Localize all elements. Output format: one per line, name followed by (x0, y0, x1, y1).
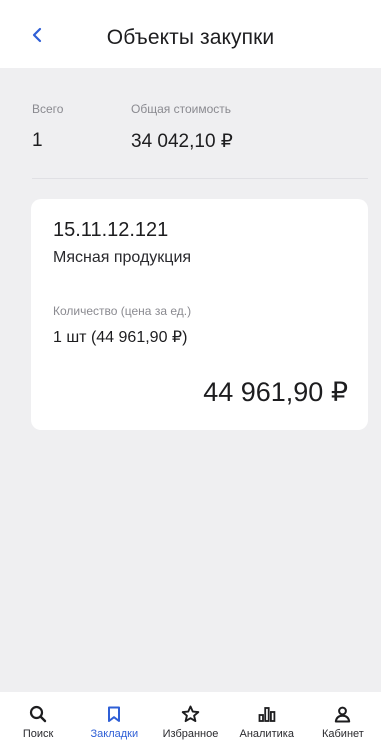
tab-favorites[interactable]: Избранное (152, 692, 228, 749)
app-header: Объекты закупки (0, 0, 381, 68)
quantity-label: Количество (цена за ед.) (53, 304, 192, 318)
quantity-value: 1 шт (44 961,90 ₽) (53, 329, 188, 346)
page-title: Объекты закупки (106, 26, 275, 49)
item-code: 15.11.12.121 (53, 219, 169, 241)
tab-account[interactable]: Кабинет (305, 692, 381, 749)
search-icon (28, 704, 48, 724)
summary-section: Всего 1 Общая стоимость 34 042,10 ₽ (0, 68, 381, 178)
tab-bookmarks-label: Закладки (90, 728, 139, 740)
star-icon (181, 704, 201, 724)
total-count-value: 1 (32, 130, 43, 151)
tab-account-label: Кабинет (321, 728, 364, 740)
tab-analytics[interactable]: Аналитика (229, 692, 305, 749)
tab-bookmarks[interactable]: Закладки (76, 692, 152, 749)
total-cost-value: 34 042,10 ₽ (131, 131, 233, 152)
item-name: Мясная продукция (53, 249, 192, 266)
total-count-label: Всего (32, 102, 64, 116)
divider (32, 178, 368, 179)
tab-analytics-label: Аналитика (239, 728, 294, 740)
tab-search-label: Поиск (22, 728, 54, 740)
purchase-object-card[interactable]: 15.11.12.121 Мясная продукция Количество… (31, 199, 368, 430)
bar-chart-icon (257, 704, 277, 724)
bottom-tab-bar: Поиск Закладки Избранное Аналитика Кабин… (0, 692, 381, 749)
total-cost-label: Общая стоимость (131, 102, 231, 116)
item-total-price: 44 961,90 ₽ (203, 377, 348, 407)
user-icon (333, 704, 353, 724)
tab-search[interactable]: Поиск (0, 692, 76, 749)
tab-favorites-label: Избранное (162, 728, 219, 740)
bookmark-icon (104, 704, 124, 724)
